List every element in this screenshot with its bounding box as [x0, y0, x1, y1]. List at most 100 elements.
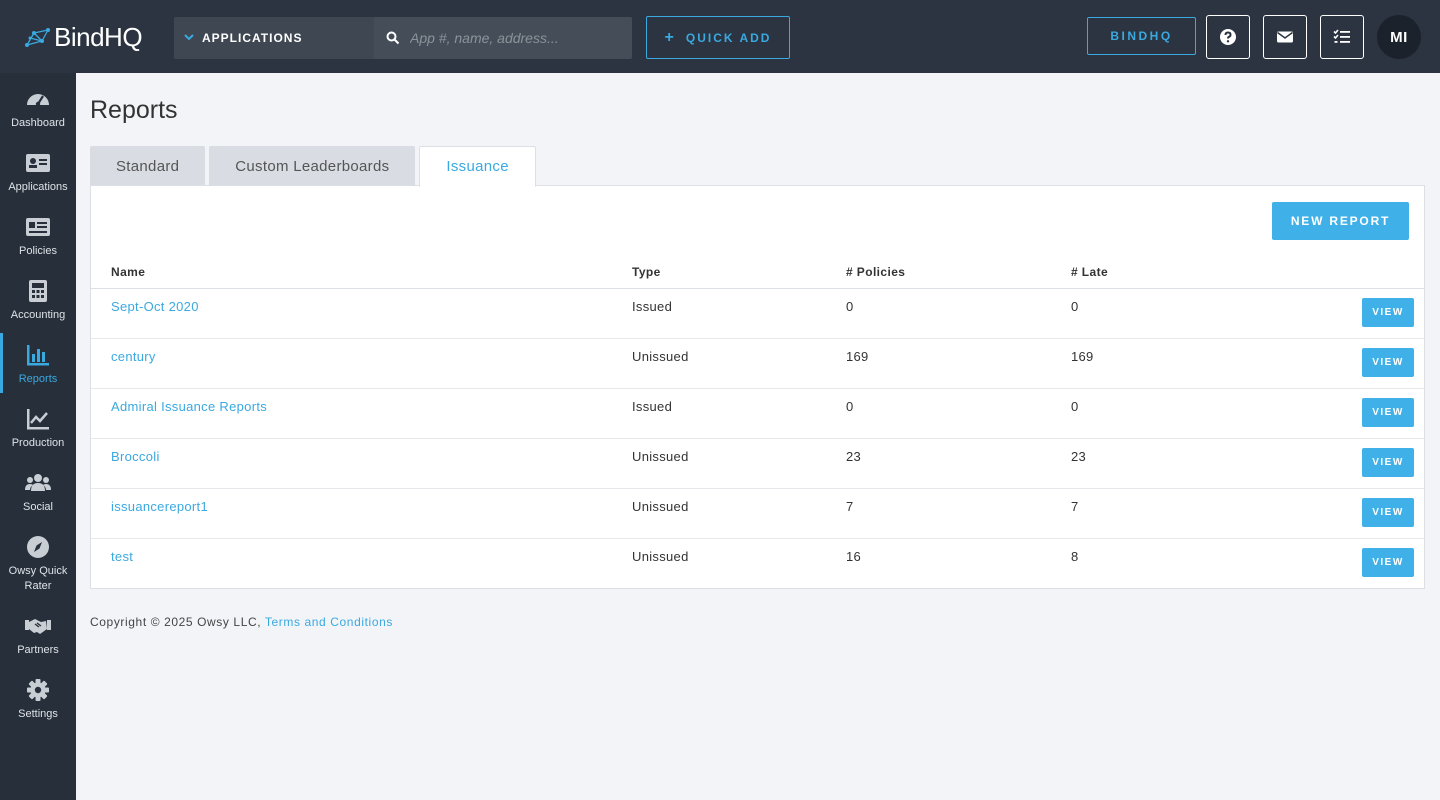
handshake-icon	[25, 619, 51, 634]
sidebar-item-accounting[interactable]: Accounting	[0, 279, 76, 323]
report-late-count: 7	[1071, 488, 1311, 539]
report-type: Unissued	[632, 488, 846, 539]
copyright-text: Copyright © 2025 Owsy LLC,	[90, 615, 265, 629]
logo[interactable]: BindHQ	[24, 22, 143, 53]
search-input[interactable]	[410, 30, 610, 46]
column-header-late[interactable]: # Late	[1071, 256, 1311, 289]
report-policies-count: 23	[846, 438, 1071, 489]
sidebar-item-label: Accounting	[10, 309, 66, 321]
policies-icon	[26, 218, 50, 236]
applications-icon	[26, 154, 50, 172]
sidebar-item-label: Dashboard	[11, 117, 65, 129]
report-policies-count: 16	[846, 548, 862, 564]
view-button[interactable]: VIEW	[1362, 397, 1414, 427]
reports-table: Name Type # Policies # Late Sept-Oct 202…	[91, 256, 1424, 588]
report-name-link[interactable]: Broccoli	[111, 449, 160, 464]
view-button[interactable]: VIEW	[1362, 297, 1414, 327]
sidebar-item-settings[interactable]: Settings	[0, 678, 76, 722]
column-header-type[interactable]: Type	[632, 256, 846, 289]
quick-add-button[interactable]: + QUICK ADD	[646, 16, 790, 59]
report-type: Unissued	[632, 438, 846, 489]
bar-chart-icon	[27, 345, 49, 366]
sidebar-item-social[interactable]: Social	[0, 471, 76, 515]
sidebar: Dashboard Applications Policies Accounti…	[0, 73, 76, 800]
tab-custom-leaderboards[interactable]: Custom Leaderboards	[209, 146, 416, 186]
report-type: Issued	[632, 288, 846, 339]
new-report-button[interactable]: NEW REPORT	[1272, 202, 1409, 240]
tab-issuance[interactable]: Issuance	[419, 146, 536, 187]
table-row: century Unissued 169 169 VIEW	[91, 338, 1424, 389]
report-late-count: 8	[1071, 548, 1079, 564]
report-late-count: 23	[1071, 438, 1311, 489]
view-button[interactable]: VIEW	[1362, 447, 1414, 477]
top-bar: BindHQ APPLICATIONS + QUICK ADD BINDHQ M…	[0, 0, 1440, 73]
sidebar-item-label: Owsy Quick Rater	[8, 565, 68, 592]
view-button[interactable]: VIEW	[1362, 547, 1414, 577]
terms-link[interactable]: Terms and Conditions	[265, 615, 393, 629]
logo-network-icon	[25, 27, 50, 47]
plus-icon: +	[664, 28, 676, 46]
view-button[interactable]: VIEW	[1362, 347, 1414, 377]
user-avatar[interactable]: MI	[1377, 15, 1421, 59]
tasks-button[interactable]	[1320, 15, 1364, 59]
search-icon	[386, 31, 400, 45]
report-late-count: 0	[1071, 388, 1311, 439]
report-policies-count: 169	[846, 338, 1071, 389]
report-type: Issued	[632, 388, 846, 439]
envelope-icon	[1277, 31, 1293, 43]
search-scope-dropdown[interactable]: APPLICATIONS	[174, 17, 374, 59]
report-name-link[interactable]: issuancereport1	[111, 499, 208, 514]
line-chart-icon	[27, 409, 49, 430]
messages-button[interactable]	[1263, 15, 1307, 59]
report-type: Unissued	[632, 338, 846, 389]
compass-icon	[27, 536, 49, 558]
calculator-icon	[29, 280, 47, 302]
report-type: Unissued	[632, 548, 689, 564]
quick-add-label: QUICK ADD	[685, 30, 772, 45]
sidebar-item-owsy-quick-rater[interactable]: Owsy Quick Rater	[0, 535, 76, 594]
issuance-panel: NEW REPORT Name Type # Policies # Late S…	[90, 185, 1425, 589]
table-header-row: Name Type # Policies # Late	[91, 256, 1424, 289]
sidebar-item-partners[interactable]: Partners	[0, 614, 76, 658]
table-row: Admiral Issuance Reports Issued 0 0 VIEW	[91, 388, 1424, 439]
sidebar-item-label: Reports	[18, 373, 58, 385]
table-row: issuancereport1 Unissued 7 7 VIEW	[91, 488, 1424, 539]
sidebar-item-label: Partners	[17, 644, 59, 656]
report-name-link[interactable]: century	[111, 349, 156, 364]
table-row: Broccoli Unissued 23 23 VIEW	[91, 438, 1424, 489]
page-title: Reports	[90, 96, 178, 124]
column-header-actions	[1311, 256, 1424, 289]
users-icon	[25, 474, 51, 491]
dashboard-icon	[27, 94, 49, 107]
report-tabs: Standard Custom Leaderboards Issuance	[90, 146, 536, 187]
chevron-down-icon	[184, 33, 194, 44]
sidebar-item-reports[interactable]: Reports	[0, 333, 76, 393]
sidebar-item-policies[interactable]: Policies	[0, 215, 76, 259]
column-header-name[interactable]: Name	[91, 256, 632, 289]
tab-standard[interactable]: Standard	[90, 146, 206, 186]
report-late-count: 0	[1071, 288, 1311, 339]
search-scope-label: APPLICATIONS	[202, 31, 303, 45]
org-switcher-button[interactable]: BINDHQ	[1087, 17, 1196, 55]
report-name-link[interactable]: Sept-Oct 2020	[111, 299, 199, 314]
sidebar-item-applications[interactable]: Applications	[0, 151, 76, 195]
sidebar-item-dashboard[interactable]: Dashboard	[0, 87, 76, 131]
sidebar-item-production[interactable]: Production	[0, 407, 76, 451]
search-box	[374, 17, 632, 59]
help-icon	[1220, 29, 1236, 45]
sidebar-item-label: Social	[23, 501, 53, 513]
gear-icon	[27, 679, 49, 701]
column-header-policies[interactable]: # Policies	[846, 256, 1071, 289]
footer: Copyright © 2025 Owsy LLC, Terms and Con…	[90, 615, 393, 629]
report-policies-count: 0	[846, 388, 1071, 439]
report-name-link[interactable]: test	[111, 549, 133, 564]
logo-text: BindHQ	[54, 22, 143, 52]
report-policies-count: 7	[846, 488, 1071, 539]
view-button[interactable]: VIEW	[1362, 497, 1414, 527]
sidebar-item-label: Policies	[19, 245, 57, 257]
help-button[interactable]	[1206, 15, 1250, 59]
sidebar-item-label: Applications	[8, 181, 68, 193]
report-name-link[interactable]: Admiral Issuance Reports	[111, 399, 267, 414]
report-policies-count: 0	[846, 288, 1071, 339]
checklist-icon	[1333, 29, 1350, 43]
